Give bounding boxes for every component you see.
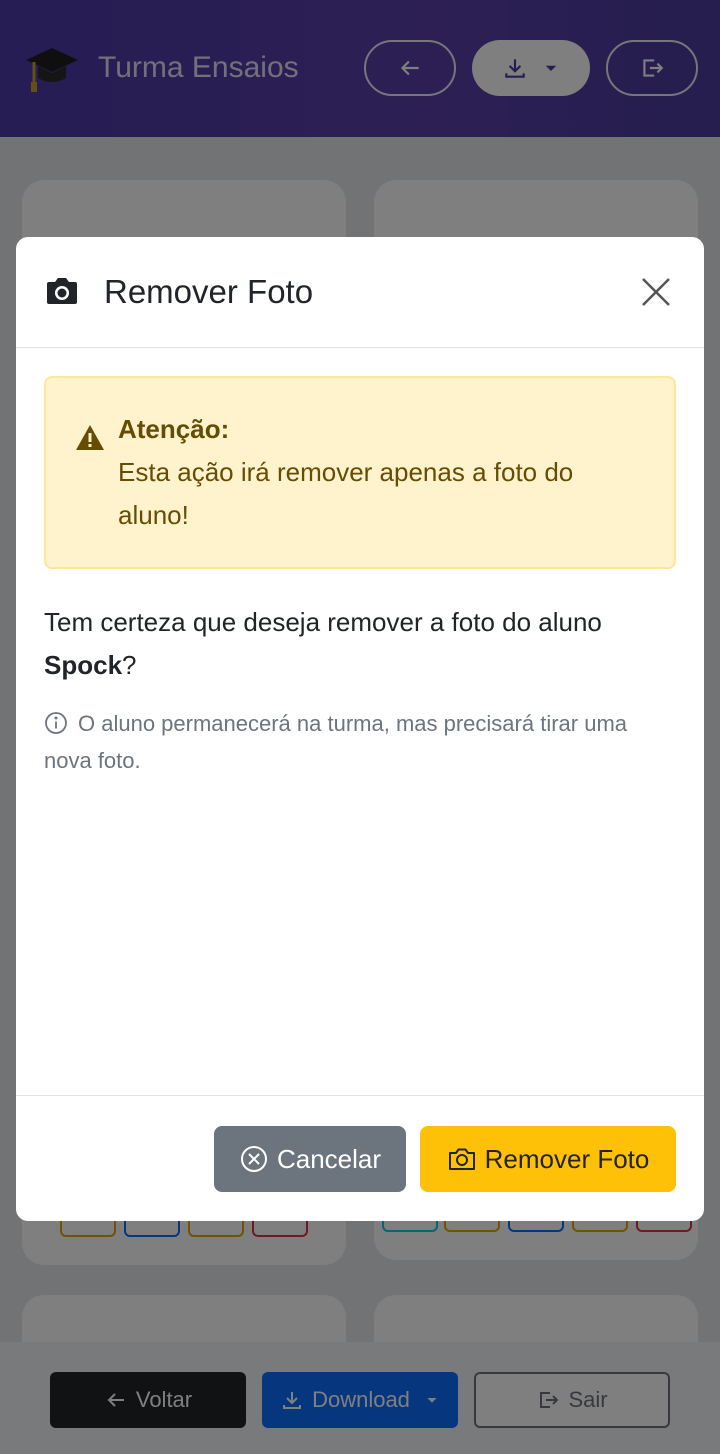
- alert-heading: Atenção:: [118, 414, 230, 444]
- note-text: O aluno permanecerá na turma, mas precis…: [44, 711, 628, 773]
- confirm-suffix: ?: [122, 650, 137, 680]
- confirm-prefix: Tem certeza que deseja remover a foto do…: [44, 607, 602, 637]
- alert-message: Esta ação irá remover apenas a foto do a…: [118, 457, 574, 530]
- close-icon: [642, 278, 670, 306]
- confirm-message: Tem certeza que deseja remover a foto do…: [44, 601, 676, 687]
- student-name: Spock: [44, 650, 123, 680]
- modal-title: Remover Foto: [104, 273, 314, 310]
- alert-text: Atenção: Esta ação irá remover apenas a …: [118, 408, 644, 537]
- warning-alert: Atenção: Esta ação irá remover apenas a …: [44, 376, 676, 569]
- warning-icon: [76, 425, 104, 450]
- info-note: O aluno permanecerá na turma, mas precis…: [44, 705, 676, 779]
- cancel-button[interactable]: Cancelar: [214, 1126, 406, 1192]
- modal-body: Atenção: Esta ação irá remover apenas a …: [16, 348, 704, 1095]
- cancel-button-label: Cancelar: [276, 1143, 382, 1174]
- camera-icon: [47, 278, 77, 304]
- camera-icon: [448, 1148, 475, 1170]
- info-icon: [45, 712, 67, 734]
- close-button[interactable]: [636, 272, 676, 312]
- remove-photo-button[interactable]: Remover Foto: [420, 1126, 676, 1192]
- x-circle-icon: [240, 1146, 267, 1172]
- modal-footer: Cancelar Remover Foto: [16, 1095, 704, 1221]
- modal-header: Remover Foto: [16, 237, 704, 348]
- remove-photo-button-label: Remover Foto: [484, 1143, 650, 1174]
- remove-photo-modal: Remover Foto Atenção: Esta ação irá remo…: [16, 237, 704, 1221]
